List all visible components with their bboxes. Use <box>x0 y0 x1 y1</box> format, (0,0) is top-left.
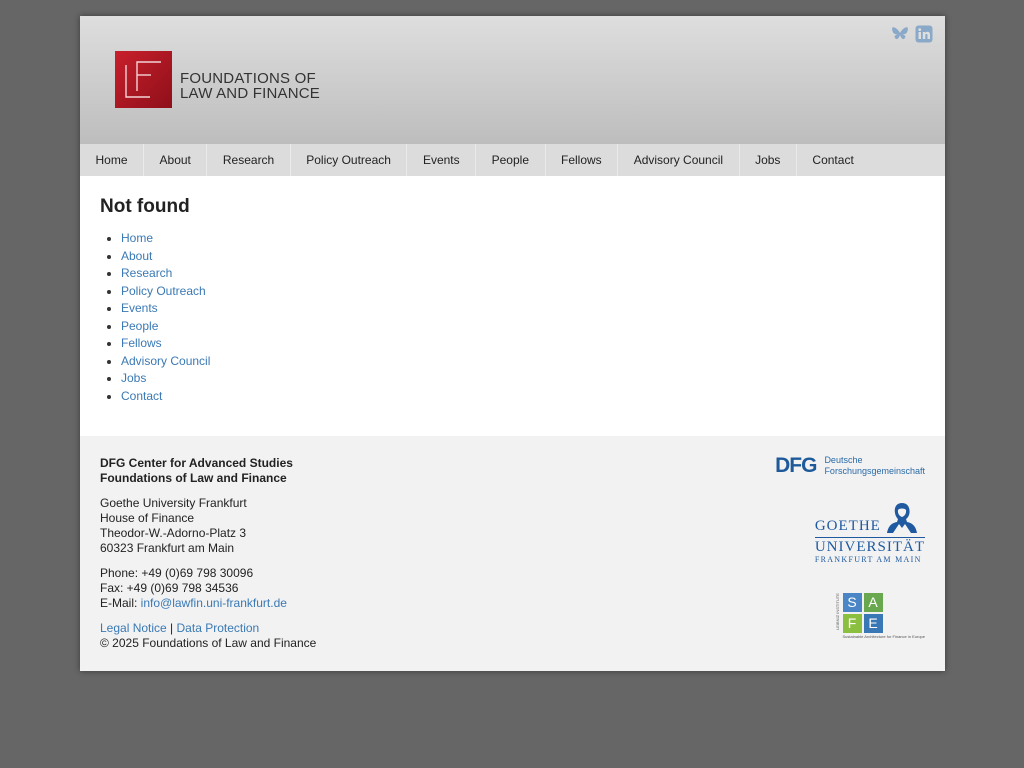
email-link[interactable]: info@lawfin.uni-frankfurt.de <box>141 596 287 610</box>
center-line-1: DFG Center for Advanced Studies <box>100 456 293 470</box>
nav-item-people[interactable]: People <box>476 144 546 176</box>
nav-item-about[interactable]: About <box>144 144 208 176</box>
sitemap-list: Home About Research Policy Outreach Even… <box>100 230 210 405</box>
logo-line-1: FOUNDATIONS OF <box>180 69 316 87</box>
nav-item-contact[interactable]: Contact <box>797 144 869 176</box>
address-line-2: House of Finance <box>100 511 195 525</box>
nav-item-fellows[interactable]: Fellows <box>546 144 619 176</box>
dfg-mark: DFG <box>775 454 817 477</box>
link-separator: | <box>166 621 177 635</box>
sitemap-link-advisory-council[interactable]: Advisory Council <box>121 354 210 368</box>
safe-block: S A F E Sustainable Architecture for Fin… <box>842 593 926 639</box>
sitemap-link-events[interactable]: Events <box>121 301 158 315</box>
goethe-text: GOETHE UNIVERSITÄT FRANKFURT AM MAIN <box>814 500 925 565</box>
sitemap-link-about[interactable]: About <box>121 249 152 263</box>
footer-contact: DFG Center for Advanced Studies Foundati… <box>100 456 316 661</box>
center-line-2: Foundations of Law and Finance <box>100 471 287 485</box>
dfg-line-2: Forschungsgemeinschaft <box>824 466 925 476</box>
main-content: Not found Home About Research Policy Out… <box>100 196 210 405</box>
logo-mark-icon <box>115 51 172 108</box>
linkedin-icon[interactable] <box>915 25 933 43</box>
site-footer: DFG Center for Advanced Studies Foundati… <box>80 436 945 671</box>
sitemap-link-contact[interactable]: Contact <box>121 389 162 403</box>
site-header: FOUNDATIONS OF LAW AND FINANCE <box>80 16 945 144</box>
safe-logo[interactable]: LEIBNIZ INSTITUTE S A F E Sustainable Ar… <box>775 593 925 639</box>
page-container: FOUNDATIONS OF LAW AND FINANCE Home Abou… <box>80 16 945 671</box>
sitemap-link-home[interactable]: Home <box>121 231 153 245</box>
email-label: E-Mail: <box>100 596 141 610</box>
page-title: Not found <box>100 196 190 217</box>
nav-item-advisory-council[interactable]: Advisory Council <box>618 144 740 176</box>
sitemap-link-people[interactable]: People <box>121 319 158 333</box>
legal-notice-link[interactable]: Legal Notice <box>100 621 167 635</box>
dfg-line-1: Deutsche <box>824 455 863 465</box>
list-item: Jobs <box>121 370 210 388</box>
nav-item-jobs[interactable]: Jobs <box>740 144 797 176</box>
list-item: About <box>121 248 210 266</box>
list-item: Research <box>121 265 210 283</box>
address-line-3: Theodor-W.-Adorno-Platz 3 <box>100 526 247 540</box>
sitemap-link-policy-outreach[interactable]: Policy Outreach <box>121 284 206 298</box>
goethe-university-logo[interactable]: GOETHE UNIVERSITÄT FRANKFURT AM MAIN <box>775 500 925 565</box>
goethe-portrait-icon <box>886 503 917 533</box>
center-name: DFG Center for Advanced Studies Foundati… <box>100 456 316 486</box>
data-protection-link[interactable]: Data Protection <box>177 621 260 635</box>
logo-text: FOUNDATIONS OF LAW AND FINANCE <box>180 71 320 101</box>
list-item: Fellows <box>121 335 210 353</box>
nav-item-events[interactable]: Events <box>407 144 477 176</box>
nav-item-research[interactable]: Research <box>207 144 291 176</box>
list-item: Policy Outreach <box>121 283 210 301</box>
site-logo[interactable]: FOUNDATIONS OF LAW AND FINANCE <box>115 51 320 108</box>
legal-links: Legal Notice | Data Protection © 2025 Fo… <box>100 621 316 651</box>
safe-cell-e: E <box>863 614 883 633</box>
safe-cell-a: A <box>863 593 883 612</box>
fax: Fax: +49 (0)69 798 34536 <box>100 581 239 595</box>
list-item: People <box>121 318 210 336</box>
nav-item-policy-outreach[interactable]: Policy Outreach <box>291 144 408 176</box>
address-line-1: Goethe University Frankfurt <box>100 496 247 510</box>
bluesky-icon[interactable] <box>891 25 909 43</box>
safe-caption: Sustainable Architecture for Finance in … <box>842 634 926 639</box>
sitemap-link-jobs[interactable]: Jobs <box>121 371 146 385</box>
safe-cell-s: S <box>842 593 862 612</box>
goethe-line-1-row: GOETHE <box>815 500 925 534</box>
phone: Phone: +49 (0)69 798 30096 <box>100 566 254 580</box>
nav-item-home[interactable]: Home <box>80 144 145 176</box>
sitemap-link-research[interactable]: Research <box>121 266 172 280</box>
sitemap-link-fellows[interactable]: Fellows <box>121 336 162 350</box>
partner-logos: DFG Deutsche Forschungsgemeinschaft GOET… <box>775 454 925 639</box>
goethe-line-3: FRANKFURT AM MAIN <box>814 555 922 564</box>
list-item: Advisory Council <box>121 353 210 371</box>
list-item: Home <box>121 230 210 248</box>
dfg-text: Deutsche Forschungsgemeinschaft <box>824 455 925 477</box>
goethe-line-1: GOETHE <box>814 518 881 534</box>
list-item: Contact <box>121 388 210 406</box>
contact-details: Phone: +49 (0)69 798 30096 Fax: +49 (0)6… <box>100 566 316 611</box>
safe-grid: S A F E <box>842 593 926 633</box>
address-line-4: 60323 Frankfurt am Main <box>100 541 235 555</box>
social-links <box>891 25 933 43</box>
logo-line-2: LAW AND FINANCE <box>180 84 320 102</box>
address: Goethe University Frankfurt House of Fin… <box>100 496 316 556</box>
goethe-line-2: UNIVERSITÄT <box>814 537 925 555</box>
safe-side-text: LEIBNIZ INSTITUTE <box>834 593 840 630</box>
dfg-logo[interactable]: DFG Deutsche Forschungsgemeinschaft <box>775 454 925 478</box>
safe-cell-f: F <box>842 614 862 633</box>
list-item: Events <box>121 300 210 318</box>
copyright: © 2025 Foundations of Law and Finance <box>100 636 317 650</box>
main-nav: Home About Research Policy Outreach Even… <box>80 144 945 176</box>
